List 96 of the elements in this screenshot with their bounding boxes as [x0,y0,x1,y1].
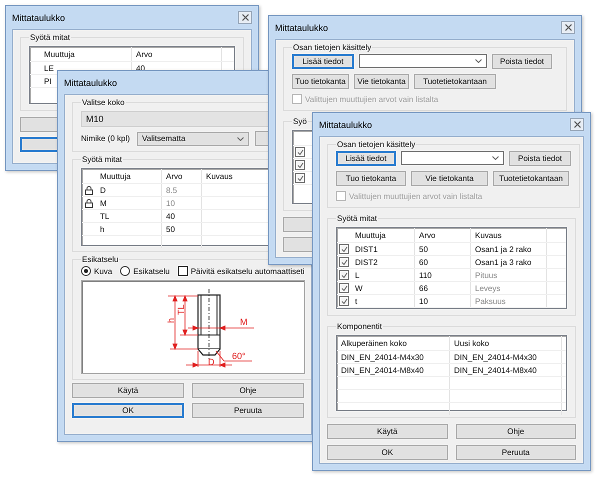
dimension-label: h [166,318,176,323]
table-cell: DIN_EN_24014-M4x30 [337,351,450,363]
data-button[interactable]: Lisää tiedot [292,54,354,69]
group-label: Syö [292,117,308,126]
table-cell: W [351,282,415,294]
table-cell: t [351,295,415,307]
table-cell: 10 [162,197,202,209]
dialog-button[interactable]: Käytä [72,383,184,398]
dialog-button[interactable]: OK [327,445,448,460]
dimension-label: M [240,317,248,327]
column-header[interactable]: Alkuperäinen koko [337,336,450,350]
table-cell: 50 [162,223,202,235]
table-cell: DIN_EN_24014-M8x40 [337,364,450,376]
table-cell: h [96,223,162,235]
table-cell: DIST1 [351,243,415,255]
group-label: Esikatselu [81,255,120,264]
row-checkbox[interactable] [295,160,305,170]
column-header[interactable]: Muuttuja [351,228,415,242]
row-checkbox[interactable] [339,296,349,306]
chevron-down-icon [475,59,482,63]
table-cell: Osan1 ja 2 rako [471,243,547,255]
close-button[interactable] [561,21,575,34]
dimension-label: D [208,357,214,367]
data-button[interactable]: Poista tiedot [509,151,571,166]
column-header[interactable]: Arvo [162,169,202,183]
data-button[interactable]: Vie tietokanta [411,171,488,186]
table-cell: DIST2 [351,256,415,268]
item-label: Nimike (0 kpl) [81,134,131,143]
column-header[interactable]: Kuvaus [471,228,547,242]
row-checkbox[interactable] [339,270,349,280]
close-icon [564,24,572,31]
table-cell: Osan1 ja 3 rako [471,256,547,268]
row-checkbox[interactable] [295,173,305,183]
table-cell: DIN_EN_24014-M8x40 [450,364,562,376]
dimension-label: 60° [232,351,246,361]
column-header[interactable]: Arvo [415,228,471,242]
row-checkbox[interactable] [295,147,305,157]
column-header[interactable]: Muuttuja [30,47,132,61]
table-cell: 8.5 [162,184,202,196]
dialog-button[interactable]: Käytä [327,424,448,439]
dialog-button[interactable]: OK [72,403,184,418]
data-dropdown[interactable] [401,151,504,165]
data-button[interactable]: Lisää tiedot [336,151,396,166]
table-cell: M [96,197,162,209]
table-cell: 10 [415,295,471,307]
window-title: Mittataulukko [319,120,372,130]
item-dropdown[interactable]: Valitsematta [137,132,249,146]
data-button[interactable]: Tuo tietokanta [336,171,406,186]
table-cell: Leveys [471,282,547,294]
table-cell: Paksuus [471,295,547,307]
checkbox-option[interactable]: Päivitä esikatselu automaattiseti [178,266,305,276]
data-button[interactable]: Tuotetietokantaan [414,74,496,89]
column-header[interactable]: Uusi koko [450,336,562,350]
radio-option[interactable]: Kuva [81,266,112,276]
data-button[interactable]: Tuotetietokantaan [493,171,569,186]
table-cell: Pituus [471,269,547,281]
close-button[interactable] [570,118,584,131]
group-label: Syötä mitat [81,155,124,164]
group-label: Osan tietojen käsittely [292,43,372,52]
group-label: Valitse koko [81,98,126,107]
dialog-button[interactable]: Ohje [456,424,576,439]
close-button[interactable] [238,11,252,24]
data-button[interactable]: Vie tietokanta [354,74,409,89]
data-button[interactable]: Poista tiedot [492,54,552,69]
row-checkbox[interactable] [339,244,349,254]
group-label: Syötä mitat [336,214,378,223]
table-cell: 50 [415,243,471,255]
data-button[interactable]: Tuo tietokanta [292,74,349,89]
data-dropdown[interactable] [359,54,487,68]
dialog-button[interactable]: Ohje [192,383,304,398]
window-title: Mittataulukko [12,12,66,22]
group-label: Komponentit [336,322,383,331]
row-checkbox[interactable] [339,283,349,293]
group-label: Syötä mitat [29,33,72,42]
table-cell: TL [96,210,162,222]
column-header[interactable]: Muuttuja [82,169,162,183]
dialog-button[interactable]: Peruuta [456,445,576,460]
table-cell: L [351,269,415,281]
dialog-button[interactable]: Peruuta [192,403,304,418]
table-cell: 66 [415,282,471,294]
table-cell: 60 [415,256,471,268]
window-title: Mittataulukko [64,78,118,88]
chevron-down-icon [492,156,499,160]
window-title: Mittataulukko [275,22,328,32]
table-cell: 40 [162,210,202,222]
radio-option[interactable]: Esikatselu [120,266,170,276]
table-cell: DIN_EN_24014-M4x30 [450,351,562,363]
row-checkbox[interactable] [339,257,349,267]
close-icon [242,14,248,21]
chevron-down-icon [237,136,244,140]
table-cell: 110 [415,269,471,281]
close-icon [574,121,580,128]
dimension-label: TL [176,304,186,315]
table-cell: D [96,184,162,196]
group-label: Osan tietojen käsittely [336,140,416,149]
column-header[interactable]: Arvo [132,47,222,61]
